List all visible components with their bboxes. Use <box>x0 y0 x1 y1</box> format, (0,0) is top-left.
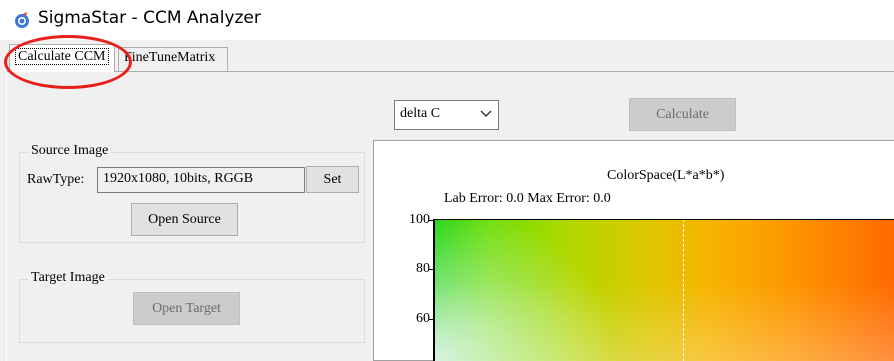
tab-finetune-matrix[interactable]: FineTuneMatrix <box>118 47 228 71</box>
target-image-title: Target Image <box>28 270 108 286</box>
source-image-title: Source Image <box>28 143 112 159</box>
y-tick-label: 80 <box>416 261 430 276</box>
window-title: SigmaStar - CCM Analyzer <box>38 8 261 28</box>
mode-select-value: delta C <box>400 106 441 121</box>
plot-top-border <box>433 219 894 220</box>
y-axis-line <box>433 219 435 361</box>
plot-shade <box>433 219 894 361</box>
chart-title: ColorSpace(L*a*b*) <box>607 168 725 183</box>
calculate-button[interactable]: Calculate <box>629 98 736 131</box>
mode-select[interactable]: delta C <box>394 100 499 130</box>
plot-gridline <box>683 219 684 361</box>
set-button[interactable]: Set <box>306 166 359 193</box>
color-space-plot[interactable] <box>433 219 894 361</box>
open-source-button[interactable]: Open Source <box>131 203 238 236</box>
y-tick-label: 60 <box>416 311 430 326</box>
tab-finetune-matrix-label: FineTuneMatrix <box>124 50 216 65</box>
y-tick-mark <box>429 269 434 270</box>
tab-calculate-ccm-label: Calculate CCM <box>15 48 109 65</box>
rawtype-label: RawType: <box>27 172 85 187</box>
y-tick-mark <box>429 220 434 221</box>
chevron-down-icon <box>480 110 492 117</box>
app-globe-icon <box>15 12 29 28</box>
left-edge <box>0 74 6 361</box>
tab-calculate-ccm[interactable]: Calculate CCM <box>9 44 115 72</box>
rawtype-field[interactable]: 1920x1080, 10bits, RGGB <box>97 167 305 193</box>
y-tick-mark <box>429 319 434 320</box>
open-target-button[interactable]: Open Target <box>133 292 240 325</box>
y-tick-label: 100 <box>409 212 430 227</box>
chart-subtitle: Lab Error: 0.0 Max Error: 0.0 <box>444 191 611 206</box>
